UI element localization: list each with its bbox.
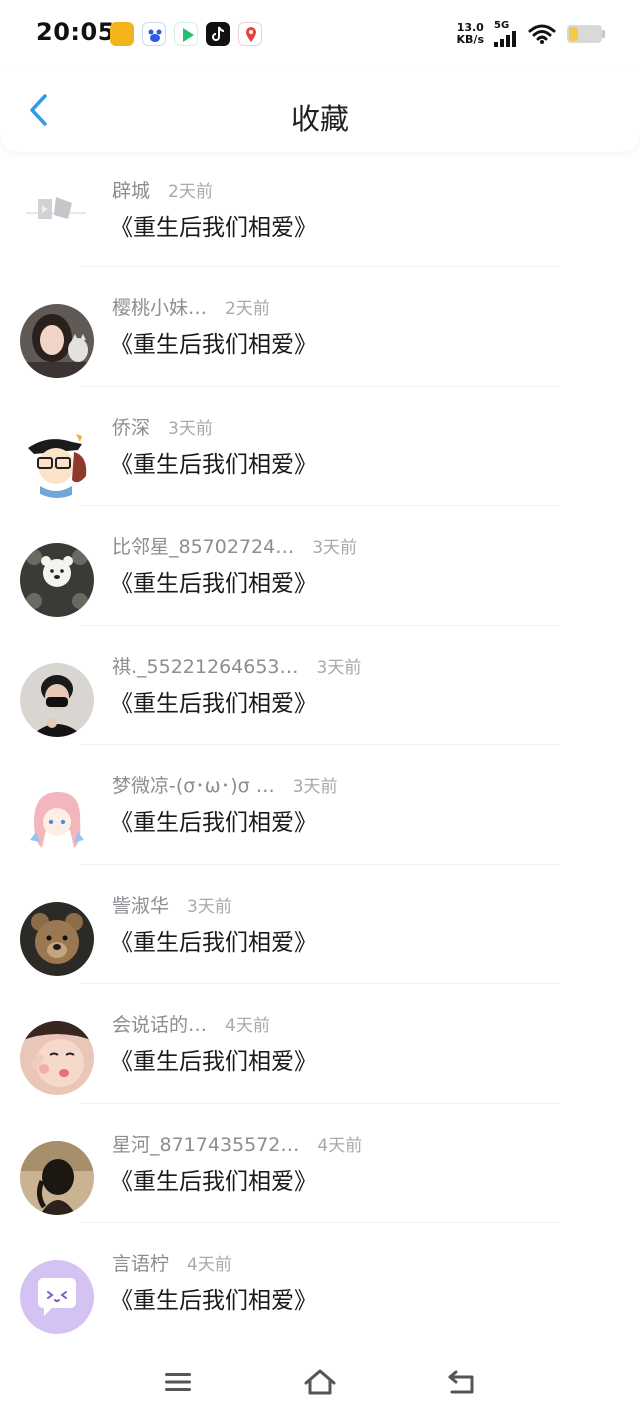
notification-icons bbox=[110, 22, 262, 46]
timestamp: 4天前 bbox=[317, 1135, 363, 1156]
avatar-image bbox=[20, 662, 94, 737]
favorite-item[interactable]: 祺._55221264653… 3天前 《重生后我们相爱》 bbox=[0, 626, 640, 745]
page-title: 收藏 bbox=[290, 102, 349, 136]
favorite-item[interactable]: 星河_8717435572… 4天前 《重生后我们相爱》 bbox=[0, 1104, 640, 1223]
item-meta: 梦微凉-(σ･ω･)σ … 3天前 bbox=[112, 771, 338, 798]
status-indicators: 13.0 KB/s 5G bbox=[457, 20, 606, 47]
favorite-item[interactable]: 比邻星_85702724… 3天前 《重生后我们相爱》 bbox=[0, 506, 640, 626]
system-back-button[interactable] bbox=[440, 1360, 484, 1404]
avatar-image bbox=[20, 901, 94, 976]
avatar-image bbox=[20, 304, 94, 378]
avatar[interactable] bbox=[20, 1260, 94, 1334]
network-type: 5G bbox=[494, 20, 510, 31]
favorite-item[interactable]: 辟城 2天前 《重生后我们相爱》 bbox=[0, 152, 640, 267]
item-meta: 言语柠 4天前 bbox=[112, 1249, 232, 1276]
favorite-item[interactable]: 言语柠 4天前 《重生后我们相爱》 bbox=[0, 1223, 640, 1343]
favorite-item[interactable]: 樱桃小妹… 2天前 《重生后我们相爱》 bbox=[0, 267, 640, 387]
network-speed-unit: KB/s bbox=[456, 32, 484, 46]
book-title[interactable]: 《重生后我们相爱》 bbox=[110, 923, 317, 957]
username[interactable]: 祺._55221264653… bbox=[112, 652, 299, 679]
system-nav-bar bbox=[0, 1342, 640, 1422]
network-speed-value: 13.0 bbox=[456, 20, 484, 34]
status-bar: 20:05 13.0 KB/s 5G bbox=[0, 0, 640, 68]
favorite-item[interactable]: 会说话的… 4天前 《重生后我们相爱》 bbox=[0, 984, 640, 1104]
timestamp: 2天前 bbox=[225, 299, 270, 319]
avatar[interactable] bbox=[20, 1021, 94, 1095]
avatar-image bbox=[20, 782, 94, 856]
item-meta: 比邻星_85702724… 3天前 bbox=[112, 532, 357, 559]
book-title[interactable]: 《重生后我们相爱》 bbox=[110, 1162, 317, 1196]
item-meta: 訾淑华 3天前 bbox=[112, 891, 232, 918]
avatar[interactable] bbox=[20, 662, 94, 737]
avatar[interactable] bbox=[20, 901, 94, 976]
book-title[interactable]: 《重生后我们相爱》 bbox=[110, 208, 317, 242]
tiktok-app-icon bbox=[206, 22, 230, 46]
username[interactable]: 比邻星_85702724… bbox=[112, 532, 294, 559]
avatar[interactable] bbox=[20, 1140, 94, 1215]
back-icon bbox=[448, 1370, 474, 1394]
avatar-image bbox=[20, 1021, 94, 1095]
favorites-list: 辟城 2天前 《重生后我们相爱》 樱桃小妹… 2天前 《重生后我们相爱》 侨深 … bbox=[0, 152, 640, 1343]
menu-icon bbox=[165, 1373, 191, 1391]
avatar[interactable] bbox=[20, 304, 94, 378]
avatar[interactable] bbox=[20, 782, 94, 856]
avatar-image bbox=[20, 543, 94, 617]
timestamp: 3天前 bbox=[312, 538, 358, 558]
home-icon bbox=[304, 1369, 336, 1395]
timestamp: 3天前 bbox=[292, 777, 338, 797]
book-title[interactable]: 《重生后我们相爱》 bbox=[110, 325, 317, 359]
header: 收藏 bbox=[0, 68, 640, 152]
map-app-icon bbox=[238, 22, 262, 46]
cellular-signal: 5G bbox=[494, 20, 518, 47]
item-meta: 会说话的… 4天前 bbox=[112, 1010, 270, 1037]
timestamp: 3天前 bbox=[316, 657, 362, 678]
item-meta: 祺._55221264653… 3天前 bbox=[112, 652, 361, 679]
avatar-image bbox=[20, 175, 94, 249]
username[interactable]: 侨深 bbox=[112, 413, 150, 440]
home-button[interactable] bbox=[298, 1360, 342, 1404]
book-title[interactable]: 《重生后我们相爱》 bbox=[110, 1042, 317, 1076]
username[interactable]: 訾淑华 bbox=[112, 891, 169, 918]
avatar[interactable] bbox=[20, 175, 94, 249]
book-title[interactable]: 《重生后我们相爱》 bbox=[110, 684, 317, 718]
item-meta: 辟城 2天前 bbox=[112, 176, 213, 203]
timestamp: 4天前 bbox=[187, 1255, 232, 1275]
network-speed: 13.0 KB/s bbox=[456, 20, 484, 46]
book-title[interactable]: 《重生后我们相爱》 bbox=[110, 803, 317, 837]
timestamp: 3天前 bbox=[168, 418, 213, 439]
username[interactable]: 星河_8717435572… bbox=[112, 1130, 299, 1157]
wifi-icon bbox=[528, 24, 556, 44]
signal-bars-icon bbox=[494, 31, 516, 47]
item-meta: 侨深 3天前 bbox=[112, 413, 213, 440]
avatar-image bbox=[20, 423, 94, 498]
menu-button[interactable] bbox=[156, 1360, 200, 1404]
notes-app-icon bbox=[110, 22, 134, 46]
avatar[interactable] bbox=[20, 423, 94, 498]
avatar-image bbox=[20, 1260, 94, 1334]
username[interactable]: 樱桃小妹… bbox=[112, 293, 207, 320]
avatar-image bbox=[20, 1140, 94, 1215]
video-app-icon bbox=[174, 22, 198, 46]
book-title[interactable]: 《重生后我们相爱》 bbox=[110, 445, 317, 479]
favorite-item[interactable]: 訾淑华 3天前 《重生后我们相爱》 bbox=[0, 865, 640, 984]
timestamp: 4天前 bbox=[225, 1016, 270, 1036]
favorite-item[interactable]: 侨深 3天前 《重生后我们相爱》 bbox=[0, 387, 640, 506]
username[interactable]: 梦微凉-(σ･ω･)σ … bbox=[112, 771, 275, 798]
username[interactable]: 辟城 bbox=[112, 176, 150, 203]
book-title[interactable]: 《重生后我们相爱》 bbox=[110, 1281, 317, 1315]
avatar[interactable] bbox=[20, 543, 94, 617]
item-meta: 樱桃小妹… 2天前 bbox=[112, 293, 270, 320]
username[interactable]: 言语柠 bbox=[112, 1249, 169, 1276]
timestamp: 2天前 bbox=[168, 182, 213, 202]
item-meta: 星河_8717435572… 4天前 bbox=[112, 1130, 362, 1157]
book-title[interactable]: 《重生后我们相爱》 bbox=[110, 564, 317, 598]
timestamp: 3天前 bbox=[187, 896, 232, 917]
favorite-item[interactable]: 梦微凉-(σ･ω･)σ … 3天前 《重生后我们相爱》 bbox=[0, 745, 640, 865]
baidu-app-icon bbox=[142, 22, 166, 46]
battery-icon bbox=[567, 24, 605, 43]
screen: 20:05 13.0 KB/s 5G 收藏 辟城 2天前 《重生后我们相爱》 樱… bbox=[0, 0, 640, 1422]
username[interactable]: 会说话的… bbox=[112, 1010, 207, 1037]
status-time: 20:05 bbox=[36, 18, 115, 46]
